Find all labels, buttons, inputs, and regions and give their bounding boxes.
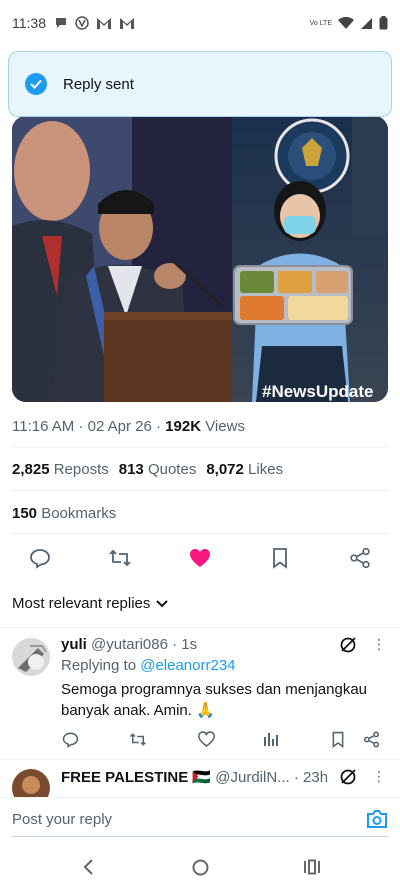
reply-author-name[interactable]: yuli bbox=[61, 636, 87, 653]
views-label: Views bbox=[205, 418, 245, 435]
avatar[interactable] bbox=[12, 769, 50, 797]
reply-text: Semoga programnya sukses dan menjangkau … bbox=[61, 681, 368, 719]
reply-button[interactable] bbox=[26, 544, 54, 572]
reply-author-handle[interactable]: @yutari086 bbox=[91, 636, 168, 653]
reply-item[interactable]: yuli @yutari086 · 1s ⋮ Replying to @elea… bbox=[0, 628, 400, 758]
quotes-count: 813 bbox=[118, 461, 144, 478]
reposts-count: 2,825 bbox=[12, 461, 50, 478]
reply-author-handle[interactable]: @JurdilN... bbox=[215, 769, 289, 786]
chevron-down-icon bbox=[156, 599, 169, 607]
divider bbox=[12, 490, 388, 491]
views-count: 192K bbox=[165, 418, 202, 435]
battery-icon bbox=[379, 16, 388, 30]
more-options-icon[interactable]: ⋮ bbox=[372, 636, 386, 653]
bookmarks-stat[interactable]: 150 Bookmarks bbox=[12, 505, 116, 522]
replying-to-prefix: Replying to bbox=[61, 657, 137, 674]
likes-count: 8,072 bbox=[206, 461, 244, 478]
reply-time: 1s bbox=[181, 636, 198, 653]
chat-bubble-icon bbox=[56, 18, 66, 28]
divider bbox=[12, 447, 388, 448]
like-button[interactable] bbox=[186, 544, 214, 572]
grok-icon[interactable] bbox=[339, 636, 357, 654]
likes-label: Likes bbox=[248, 461, 284, 478]
more-options-icon[interactable]: ⋮ bbox=[372, 768, 386, 785]
shield-v-icon bbox=[75, 16, 89, 30]
heart-icon bbox=[197, 731, 215, 747]
divider bbox=[12, 533, 388, 534]
post-action-bar bbox=[0, 544, 400, 572]
toast-message: Reply sent bbox=[63, 75, 134, 93]
system-icons: Vo LTE bbox=[310, 16, 388, 30]
news-update-overlay: #NewsUpdate bbox=[262, 382, 373, 401]
system-navigation-bar bbox=[0, 845, 400, 889]
likes-stat[interactable]: 8,072 Likes bbox=[206, 461, 283, 478]
clock: 11:38 bbox=[12, 15, 46, 31]
repost-icon bbox=[109, 549, 131, 567]
separator-dot: · bbox=[172, 636, 178, 653]
recents-button[interactable] bbox=[302, 857, 322, 877]
replying-to: Replying to @eleanorr234 bbox=[61, 657, 236, 674]
analytics-button[interactable] bbox=[261, 729, 281, 749]
grok-icon[interactable] bbox=[339, 768, 357, 786]
repost-button[interactable] bbox=[128, 729, 148, 749]
separator-dot: · bbox=[293, 769, 299, 786]
post-date: 02 Apr 26 bbox=[87, 418, 152, 435]
post-media[interactable]: #NewsUpdate bbox=[12, 116, 388, 402]
repost-icon bbox=[129, 732, 147, 746]
reply-action-bar bbox=[0, 729, 400, 749]
bookmark-icon bbox=[332, 731, 344, 748]
reply-sort-dropdown[interactable]: Most relevant replies bbox=[12, 595, 169, 612]
back-chevron-icon bbox=[83, 859, 93, 875]
share-icon bbox=[350, 547, 370, 569]
recents-icon bbox=[304, 859, 320, 875]
gmail-icon bbox=[97, 17, 111, 29]
reply-icon bbox=[30, 549, 50, 569]
home-circle-icon bbox=[192, 859, 208, 875]
like-button[interactable] bbox=[196, 729, 216, 749]
reply-author-name[interactable]: FREE PALESTINE 🇵🇸 bbox=[61, 769, 211, 786]
reposts-stat[interactable]: 2,825 Reposts bbox=[12, 461, 109, 478]
bookmarks-label: Bookmarks bbox=[41, 505, 117, 522]
reply-header: FREE PALESTINE 🇵🇸 @JurdilN... · 23h bbox=[61, 768, 328, 786]
post-meta: 11:16 AM · 02 Apr 26 · 192K Views bbox=[12, 418, 245, 435]
avatar[interactable] bbox=[12, 638, 50, 676]
reposts-label: Reposts bbox=[53, 461, 109, 478]
reply-time: 23h bbox=[303, 769, 329, 786]
bookmark-button[interactable] bbox=[328, 729, 348, 749]
bar-chart-icon bbox=[264, 733, 278, 746]
quotes-stat[interactable]: 813 Quotes bbox=[119, 461, 197, 478]
reply-button[interactable] bbox=[60, 729, 80, 749]
share-button[interactable] bbox=[346, 544, 374, 572]
wifi-icon bbox=[338, 16, 354, 29]
status-bar: 11:38 Vo LTE bbox=[0, 0, 400, 46]
reply-input-placeholder[interactable]: Post your reply bbox=[12, 811, 112, 828]
quotes-label: Quotes bbox=[147, 461, 197, 478]
engagement-stats: 2,825 Reposts 813 Quotes 8,072 Likes bbox=[12, 461, 283, 478]
home-button[interactable] bbox=[190, 857, 210, 877]
reply-composer[interactable]: Post your reply bbox=[0, 797, 400, 841]
share-button[interactable] bbox=[361, 729, 381, 749]
reply-sent-toast[interactable]: Reply sent bbox=[8, 51, 392, 117]
back-button[interactable] bbox=[78, 857, 98, 877]
check-circle-icon bbox=[25, 73, 47, 95]
gmail-icon bbox=[120, 17, 134, 29]
bookmark-button[interactable] bbox=[266, 544, 294, 572]
bookmark-icon bbox=[273, 548, 287, 569]
reply-item[interactable]: FREE PALESTINE 🇵🇸 @JurdilN... · 23h ⋮ bbox=[0, 760, 400, 797]
volte-indicator: Vo LTE bbox=[309, 19, 332, 27]
repost-button[interactable] bbox=[106, 544, 134, 572]
share-icon bbox=[363, 731, 379, 747]
post-time: 11:16 AM bbox=[12, 418, 75, 435]
replying-to-mention[interactable]: @eleanorr234 bbox=[140, 657, 235, 674]
heart-filled-icon bbox=[190, 549, 210, 567]
reply-sort-label: Most relevant replies bbox=[12, 595, 151, 612]
reply-header: yuli @yutari086 · 1s bbox=[61, 636, 197, 653]
camera-icon[interactable] bbox=[366, 809, 388, 829]
reply-icon bbox=[62, 732, 78, 748]
composer-underline bbox=[12, 836, 388, 837]
bookmarks-count: 150 bbox=[12, 505, 38, 522]
notification-icons bbox=[54, 16, 135, 30]
signal-icon bbox=[361, 17, 372, 29]
